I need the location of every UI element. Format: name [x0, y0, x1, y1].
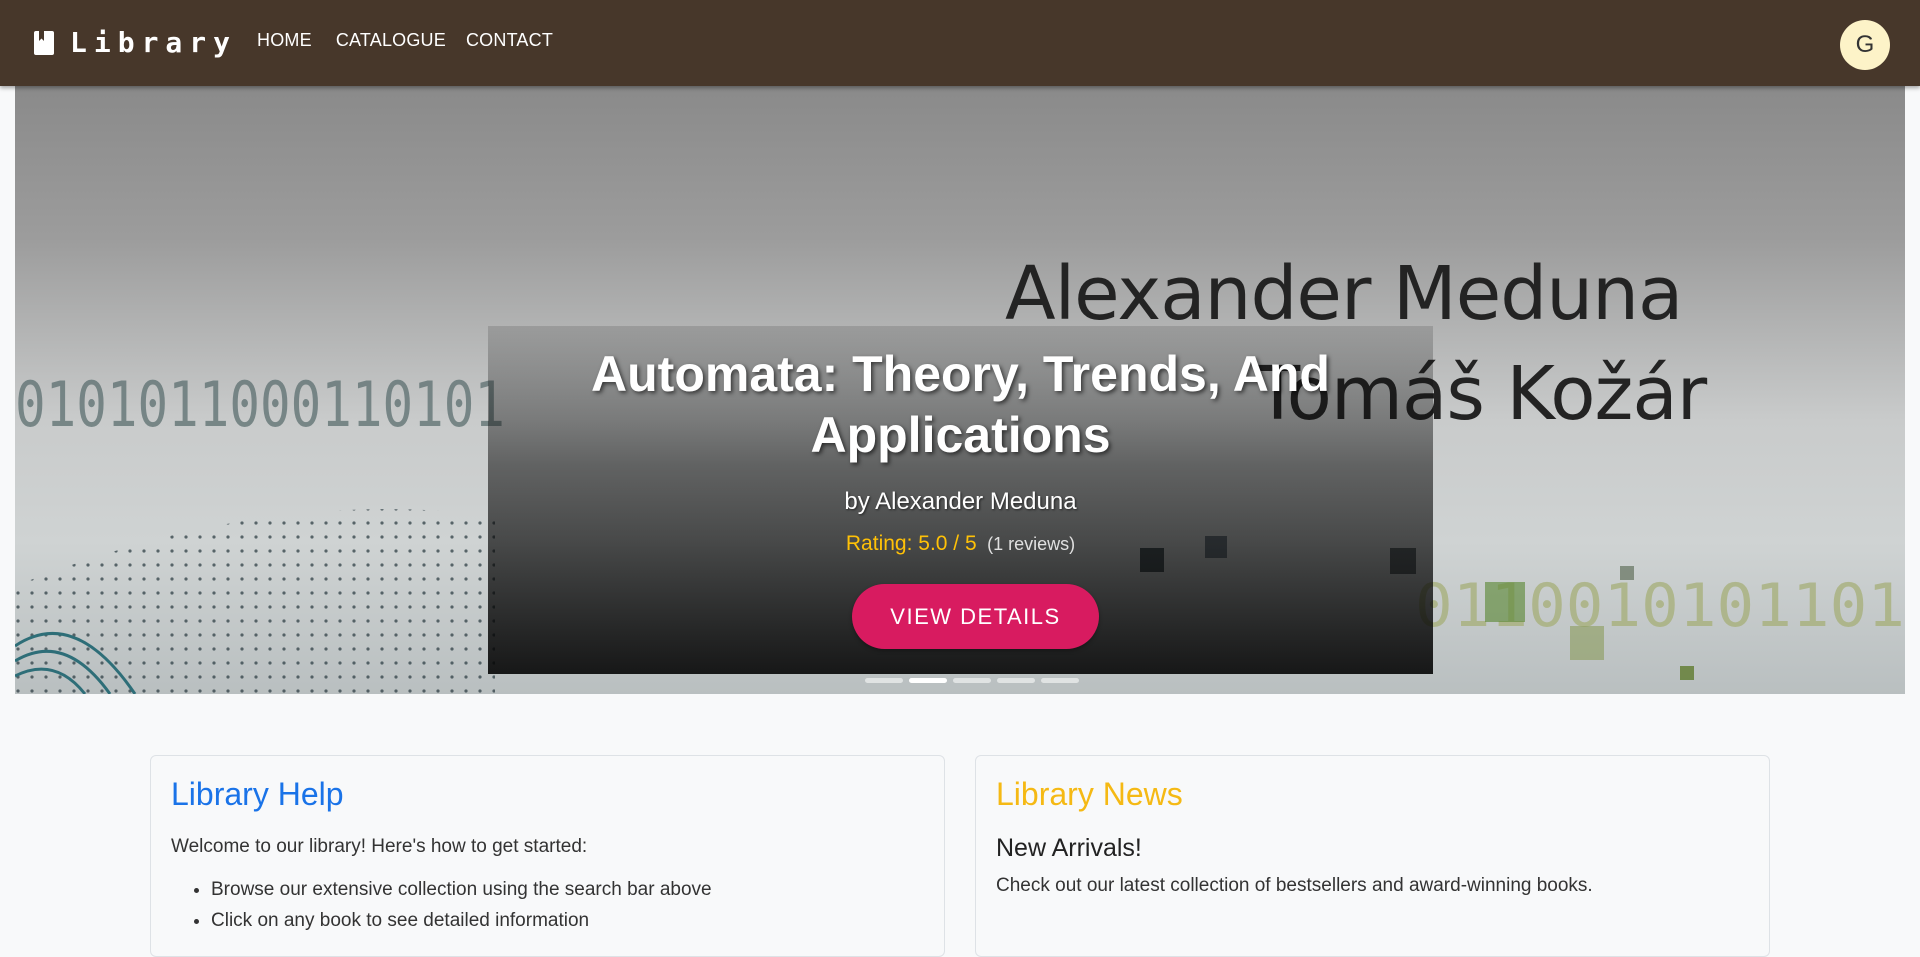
rating-value: Rating: 5.0 / 5 — [845, 532, 977, 555]
nav-home-link[interactable]: HOME — [257, 30, 312, 51]
nav-contact-link[interactable]: CONTACT — [466, 30, 553, 51]
featured-book-carousel: 0101011000110101 0110010101101 Alexander… — [15, 86, 1905, 694]
top-navbar: Library HOME CATALOGUE CONTACT G — [0, 0, 1920, 86]
carousel-indicators — [865, 678, 1079, 683]
help-step: Browse our extensive collection using th… — [211, 874, 712, 905]
help-card-title: Library Help — [171, 776, 344, 812]
nav-links: HOME CATALOGUE CONTACT — [257, 30, 577, 51]
user-avatar[interactable]: G — [1840, 20, 1890, 70]
help-step: Click on any book to see detailed inform… — [211, 905, 712, 936]
carousel-indicator-active[interactable] — [909, 678, 947, 683]
news-card-title: Library News — [996, 776, 1183, 812]
svg-text:0101011000110101: 0101011000110101 — [15, 368, 505, 441]
carousel-indicator[interactable] — [997, 678, 1035, 683]
review-count: (1 reviews) — [987, 534, 1076, 554]
book-title: Automata: Theory, Trends, And Applicatio… — [591, 346, 1330, 463]
brand-name: Library — [70, 26, 238, 59]
news-heading: New Arrivals! — [996, 834, 1142, 862]
carousel-indicator[interactable] — [953, 678, 991, 683]
help-intro-text: Welcome to our library! Here's how to ge… — [171, 836, 588, 857]
carousel-indicator[interactable] — [1041, 678, 1079, 683]
brand-link[interactable]: Library — [34, 26, 237, 59]
book-icon — [34, 30, 54, 55]
library-help-card: Library Help Welcome to our library! Her… — [150, 755, 945, 957]
view-details-button[interactable]: VIEW DETAILS — [852, 584, 1099, 649]
news-text: Check out our latest collection of bests… — [996, 875, 1593, 896]
carousel-indicator[interactable] — [865, 678, 903, 683]
book-author: by Alexander Meduna — [844, 488, 1077, 515]
nav-catalogue-link[interactable]: CATALOGUE — [336, 30, 446, 51]
help-steps-list: Browse our extensive collection using th… — [171, 874, 712, 936]
cover-author-line-1: Alexander Meduna — [1005, 251, 1683, 337]
book-rating: Rating: 5.0 / 5 (1 reviews) — [488, 532, 1433, 556]
library-news-card: Library News New Arrivals! Check out our… — [975, 755, 1770, 957]
